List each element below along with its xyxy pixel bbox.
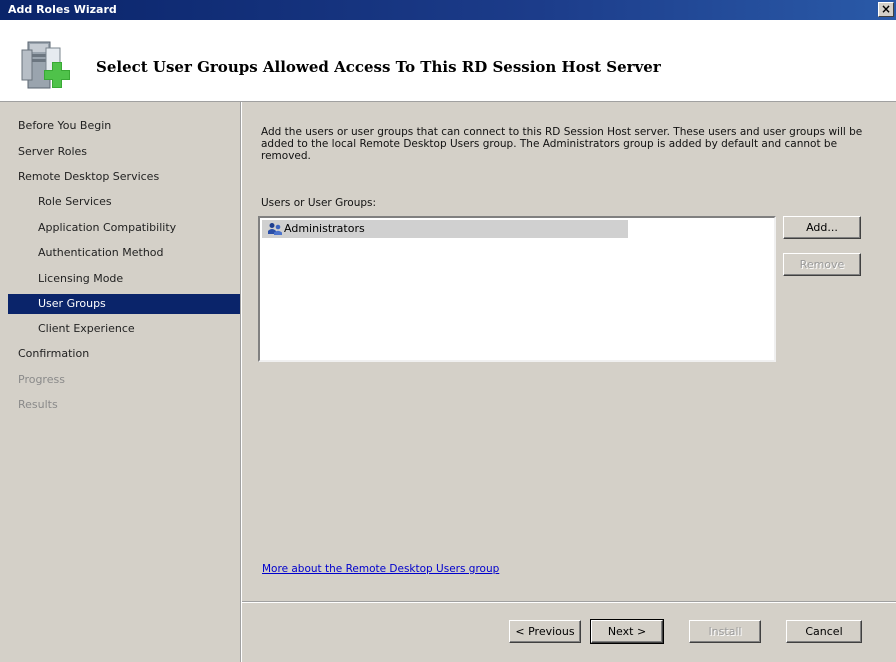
nav-item-user-groups[interactable]: User Groups	[8, 294, 240, 314]
server-add-icon	[21, 41, 70, 89]
previous-button[interactable]: < Previous	[509, 620, 581, 643]
remove-button[interactable]: Remove	[783, 253, 861, 276]
nav-item-before-you-begin[interactable]: Before You Begin	[8, 116, 240, 136]
page-title: Select User Groups Allowed Access To Thi…	[96, 58, 661, 76]
nav-item-authentication-method[interactable]: Authentication Method	[8, 243, 240, 263]
wizard-header: Select User Groups Allowed Access To Thi…	[0, 20, 896, 102]
nav-item-progress: Progress	[18, 373, 65, 386]
cancel-button[interactable]: Cancel	[786, 620, 862, 643]
more-info-link[interactable]: More about the Remote Desktop Users grou…	[262, 563, 499, 575]
nav-item-results: Results	[18, 398, 58, 411]
next-button[interactable]: Next >	[590, 619, 664, 644]
group-name: Administrators	[284, 222, 365, 235]
nav-item-role-services[interactable]: Role Services	[8, 192, 240, 212]
users-groups-label: Users or User Groups:	[261, 197, 377, 209]
page-description: Add the users or user groups that can co…	[261, 126, 863, 162]
install-button[interactable]: Install	[689, 620, 761, 643]
users-groups-listbox[interactable]: Administrators	[258, 216, 776, 362]
window-title: Add Roles Wizard	[8, 3, 117, 16]
user-group-icon	[268, 223, 282, 235]
pane-divider	[240, 102, 242, 662]
nav-item-client-experience[interactable]: Client Experience	[8, 319, 240, 339]
nav-item-application-compatibility[interactable]: Application Compatibility	[8, 218, 240, 238]
list-item[interactable]: Administrators	[262, 220, 628, 238]
window-titlebar[interactable]: Add Roles Wizard ×	[0, 0, 896, 20]
nav-item-confirmation[interactable]: Confirmation	[8, 344, 240, 364]
nav-item-remote-desktop-services[interactable]: Remote Desktop Services	[8, 167, 240, 187]
nav-item-licensing-mode[interactable]: Licensing Mode	[8, 269, 240, 289]
nav-item-server-roles[interactable]: Server Roles	[8, 142, 240, 162]
wizard-steps-nav: Before You Begin Server Roles Remote Des…	[8, 112, 240, 662]
add-button[interactable]: Add...	[783, 216, 861, 239]
footer-divider	[242, 601, 896, 603]
close-button[interactable]: ×	[878, 2, 894, 17]
